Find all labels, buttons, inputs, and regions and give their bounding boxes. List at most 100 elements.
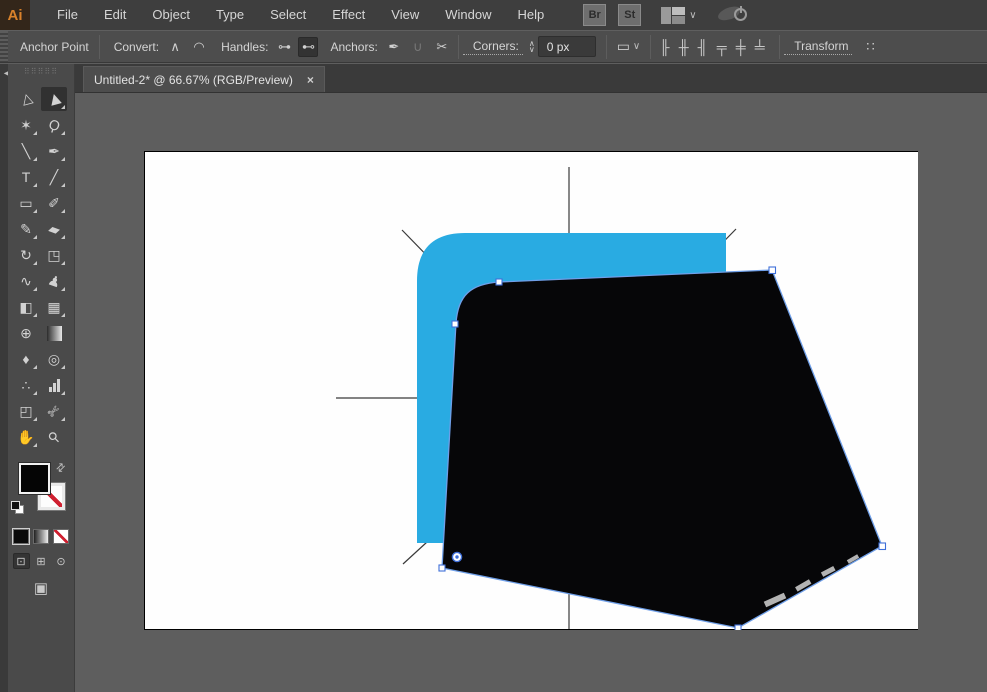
canvas-area[interactable] — [75, 93, 987, 692]
menu-item-view[interactable]: View — [378, 0, 432, 30]
control-bar-grip[interactable] — [0, 31, 8, 62]
draw-normal-button[interactable]: ⊡ — [12, 553, 30, 569]
menu-items: File Edit Object Type Select Effect View Window… — [44, 0, 557, 30]
gradient-tool[interactable] — [41, 321, 67, 345]
eyedropper-tool[interactable]: ♦ — [13, 347, 39, 371]
selection-tool[interactable]: ▷ — [13, 87, 39, 111]
shear-tool-icon: ◳ — [47, 246, 61, 263]
zoom-tool-icon: ⚲ — [44, 427, 63, 446]
convert-label: Convert: — [113, 39, 160, 54]
draw-inside-button[interactable]: ⊙ — [53, 553, 70, 569]
zoom-tool[interactable]: ⚲ — [41, 425, 67, 449]
menu-item-edit[interactable]: Edit — [91, 0, 139, 30]
corners-link[interactable]: Corners: — [462, 39, 523, 55]
align-horizontal-left-button[interactable]: ╟ — [655, 37, 674, 57]
document-tab-title: Untitled-2* @ 66.67% (RGB/Preview) — [94, 72, 293, 87]
bridge-button[interactable]: Br — [583, 4, 607, 26]
gpu-performance-icon[interactable] — [715, 5, 749, 25]
rotate-tool[interactable]: ↻ — [13, 243, 39, 267]
paintbrush-tool-icon: ✐ — [48, 194, 60, 211]
cut-path-button[interactable]: ✂ — [432, 37, 452, 57]
shaper-tool[interactable]: ✎ — [13, 217, 39, 241]
menu-item-object[interactable]: Object — [139, 0, 203, 30]
eraser-tool[interactable]: ▰ — [41, 217, 67, 241]
menu-item-window[interactable]: Window — [432, 0, 504, 30]
screen-mode-icon: ▣ — [33, 580, 49, 597]
menu-item-help[interactable]: Help — [504, 0, 557, 30]
artboard-tool[interactable]: ◰ — [13, 399, 39, 423]
connect-endpoints-button[interactable]: ∪ — [408, 37, 428, 57]
line-segment-tool[interactable]: ╱ — [41, 165, 67, 189]
curvature-tool[interactable]: ✒ — [41, 139, 67, 163]
screen-mode-button[interactable]: ▣ — [30, 579, 52, 597]
symbol-sprayer-tool[interactable]: ∴ — [13, 373, 39, 397]
direct-selection-tool[interactable]: ▶ — [41, 87, 67, 111]
show-handles-button[interactable]: ⊶ — [274, 37, 294, 57]
menu-item-effect[interactable]: Effect — [319, 0, 378, 30]
artboard[interactable] — [144, 151, 918, 630]
shape-icon: ▭ — [616, 38, 630, 54]
anchors-label: Anchors: — [330, 39, 378, 54]
convert-to-corner-button[interactable]: ∧ — [165, 37, 185, 57]
color-button[interactable] — [12, 528, 30, 545]
menu-item-file[interactable]: File — [44, 0, 91, 30]
hand-tool-icon: ✋ — [17, 428, 35, 445]
lasso-tool-icon: Ϙ — [46, 115, 62, 135]
paintbrush-tool[interactable]: ✐ — [41, 191, 67, 215]
gradient-tool-icon — [46, 325, 62, 341]
convert-to-smooth-button[interactable]: ◠ — [189, 37, 209, 57]
shear-tool[interactable]: ◳ — [41, 243, 67, 267]
align-vertical-top-button[interactable]: ╤ — [712, 37, 731, 57]
hand-tool[interactable]: ✋ — [13, 425, 39, 449]
corners-stepper[interactable]: ∧ ∨ — [529, 39, 535, 53]
draw-behind-button[interactable]: ⊞ — [33, 553, 50, 569]
workspace-switcher[interactable]: ∨ — [661, 6, 697, 24]
fill-swatch[interactable] — [18, 462, 51, 495]
align-horizontal-center-button[interactable]: ╫ — [674, 37, 693, 57]
shape-builder-tool-icon: ◧ — [19, 298, 33, 315]
perspective-grid-tool[interactable]: ▦ — [41, 295, 67, 319]
type-tool-icon: T — [21, 169, 31, 185]
default-fill-stroke-button[interactable] — [11, 501, 24, 514]
pen-tool[interactable]: ╲ — [13, 139, 39, 163]
align-vertical-center-button[interactable]: ╪ — [731, 37, 750, 57]
swap-fill-stroke-button[interactable]: ⇄ — [53, 460, 68, 475]
corners-input[interactable]: 0 px — [537, 36, 596, 57]
column-graph-tool[interactable] — [41, 373, 67, 397]
rectangle-tool[interactable]: ▭ — [13, 191, 39, 215]
perspective-grid-tool-icon: ▦ — [47, 298, 61, 315]
puppet-warp-tool-icon: ♟ — [45, 270, 63, 291]
mesh-tool[interactable]: ⊕ — [13, 321, 39, 345]
direct-selection-tool-icon: ▶ — [44, 91, 63, 107]
chevron-down-icon: ∨ — [632, 41, 641, 52]
align-vertical-bottom-button[interactable]: ╧ — [750, 37, 769, 57]
menu-item-select[interactable]: Select — [257, 0, 319, 30]
black-shape — [441, 269, 883, 629]
blend-tool[interactable]: ◎ — [41, 347, 67, 371]
stock-button[interactable]: St — [618, 4, 642, 26]
type-tool[interactable]: T — [13, 165, 39, 189]
width-tool[interactable]: ∿ — [13, 269, 39, 293]
shape-builder-tool[interactable]: ◧ — [13, 295, 39, 319]
transform-link[interactable]: Transform — [784, 39, 853, 55]
align-horizontal-right-button[interactable]: ╢ — [693, 37, 712, 57]
none-button[interactable] — [53, 529, 69, 544]
isolate-icon: ∷ — [866, 38, 875, 54]
shape-properties-button[interactable]: ▭ ∨ — [617, 38, 641, 55]
rectangle-tool-icon: ▭ — [19, 194, 33, 211]
lasso-tool[interactable]: Ϙ — [41, 113, 67, 137]
tools-panel-grip[interactable]: ⠿⠿⠿⠿⠿ — [18, 67, 64, 81]
gradient-button[interactable] — [33, 529, 49, 544]
dock-strip: ◄◄ — [0, 64, 19, 692]
isolate-selected-button[interactable]: ∷ — [860, 37, 880, 57]
hide-handles-button[interactable]: ⊷ — [298, 36, 319, 57]
document-tab[interactable]: Untitled-2* @ 66.67% (RGB/Preview) × — [83, 66, 325, 92]
slice-tool[interactable]: ✄ — [41, 399, 67, 423]
live-corner-widget — [451, 551, 463, 563]
close-tab-icon[interactable]: × — [307, 73, 314, 87]
remove-anchor-button[interactable]: ✒ — [384, 37, 404, 57]
menu-item-type[interactable]: Type — [203, 0, 257, 30]
magic-wand-tool[interactable]: ✶ — [13, 113, 39, 137]
puppet-warp-tool[interactable]: ♟ — [41, 269, 67, 293]
artwork[interactable] — [144, 151, 918, 630]
